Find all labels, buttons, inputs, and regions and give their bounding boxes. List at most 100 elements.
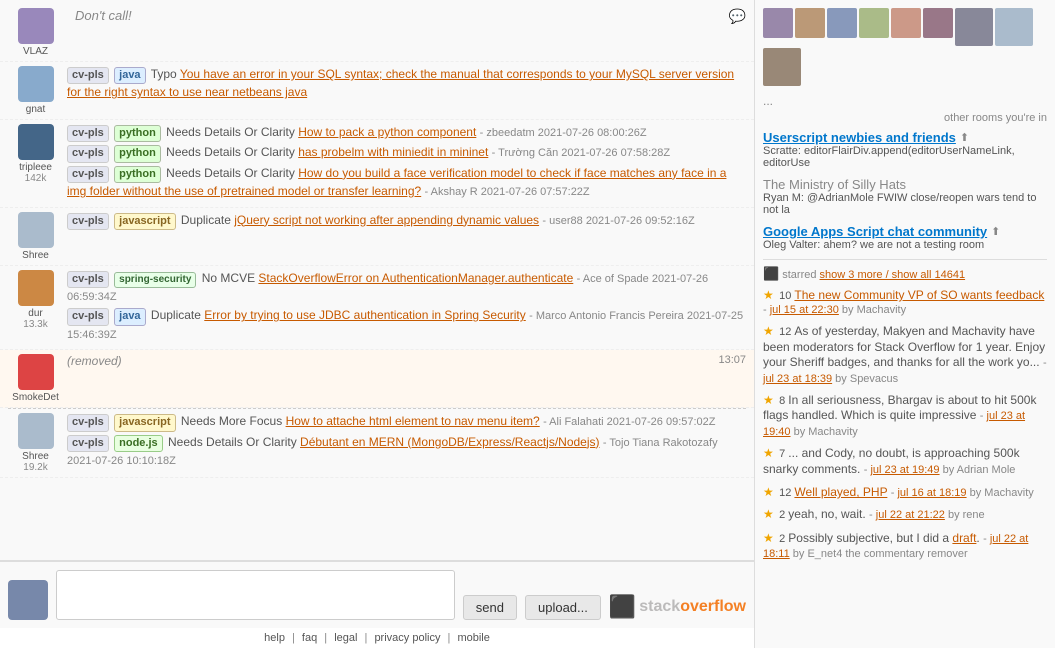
tag-cvpls-d1: cv-pls bbox=[67, 271, 109, 288]
star-item-4: ★ 7 ... and Cody, no doubt, is approachi… bbox=[763, 446, 1047, 477]
so-logo-icon: ⬛ bbox=[609, 594, 636, 620]
star-count-2: 12 bbox=[779, 326, 794, 338]
star-count-3: 8 bbox=[779, 395, 788, 407]
thumb-6 bbox=[923, 8, 953, 38]
message-input[interactable] bbox=[56, 570, 455, 620]
star-item-3: ★ 8 In all seriousness, Bhargav is about… bbox=[763, 393, 1047, 438]
tag-cvpls-t2: cv-pls bbox=[67, 145, 109, 162]
star-icon-6: ★ bbox=[763, 507, 774, 521]
msg-dur-1: cv-pls spring-security No MCVE StackOver… bbox=[67, 270, 746, 306]
star-meta-4: - jul 23 at 19:49 by Adrian Mole bbox=[864, 464, 1016, 476]
link-shree-1[interactable]: jQuery script not working after appendin… bbox=[234, 213, 539, 227]
link-shree2-1[interactable]: How to attache html element to nav menu … bbox=[286, 414, 540, 428]
username-shree: Shree bbox=[22, 250, 49, 261]
tag-python-t1: python bbox=[114, 125, 161, 142]
message-row-shree2: Shree 19.2k cv-pls javascript Needs More… bbox=[0, 409, 754, 478]
avatar-gnat bbox=[18, 66, 54, 102]
star-item-5: ★ 12 Well played, PHP - jul 16 at 18:19 … bbox=[763, 485, 1047, 499]
footer-faq[interactable]: faq bbox=[302, 632, 317, 644]
footer-help[interactable]: help bbox=[264, 632, 285, 644]
star-icon-3: ★ bbox=[763, 393, 774, 407]
so-logo: ⬛ stackoverflow bbox=[609, 594, 746, 620]
link-dur-2[interactable]: Error by trying to use JDBC authenticati… bbox=[204, 308, 525, 322]
star-item-7: ★ 2 Possibly subjective, but I did a dra… bbox=[763, 531, 1047, 561]
message-row-gnat: gnat cv-pls java Typo You have an error … bbox=[0, 62, 754, 120]
other-rooms-label: other rooms you're in bbox=[763, 112, 1047, 124]
rss-icon: ⬛ bbox=[763, 266, 779, 281]
room-title-silly-hats: The Ministry of Silly Hats bbox=[763, 177, 906, 192]
message-row-dur: dur 13.3k cv-pls spring-security No MCVE… bbox=[0, 266, 754, 351]
avatar-shree2 bbox=[18, 413, 54, 449]
msg-shree2-2: cv-pls node.js Needs Details Or Clarity … bbox=[67, 434, 746, 470]
footer-privacy[interactable]: privacy policy bbox=[374, 632, 440, 644]
room-item-gas: Google Apps Script chat community ⬆ Oleg… bbox=[763, 224, 1047, 251]
tag-nodejs-sh22: node.js bbox=[114, 435, 163, 452]
star-link-1[interactable]: The new Community VP of SO wants feedbac… bbox=[794, 288, 1044, 302]
star-count-5: 12 bbox=[779, 487, 794, 499]
star-item-1: ★ 10 The new Community VP of SO wants fe… bbox=[763, 288, 1047, 316]
room-link-userscript[interactable]: Userscript newbies and friends bbox=[763, 130, 956, 145]
tag-cvpls-t3: cv-pls bbox=[67, 166, 109, 183]
link-dur-1[interactable]: StackOverflowError on AuthenticationMana… bbox=[258, 271, 573, 285]
tag-java: java bbox=[114, 67, 145, 84]
star-meta-5: - jul 16 at 18:19 by Machavity bbox=[891, 487, 1034, 499]
room-item-userscript: Userscript newbies and friends ⬆ Scratte… bbox=[763, 130, 1047, 169]
star-count-4: 7 bbox=[779, 448, 788, 460]
message-row-shree: Shree cv-pls javascript Duplicate jQuery… bbox=[0, 208, 754, 266]
rep-shree2: 19.2k bbox=[23, 462, 47, 473]
sidebar: ... other rooms you're in Userscript new… bbox=[755, 0, 1055, 648]
thumb-1 bbox=[763, 8, 793, 38]
star-item-2: ★ 12 As of yesterday, Makyen and Machavi… bbox=[763, 324, 1047, 385]
thumb-3 bbox=[827, 8, 857, 38]
rep-tripleee: 142k bbox=[25, 173, 47, 184]
thumb-7 bbox=[955, 8, 993, 46]
avatar-dur bbox=[18, 270, 54, 306]
message-row-smokedet: SmokeDet (removed) 13:07 bbox=[0, 350, 754, 408]
chat-icon: 💬 bbox=[729, 8, 746, 25]
footer-links: help | faq | legal | privacy policy | mo… bbox=[0, 628, 754, 648]
star-item-6: ★ 2 yeah, no, wait. - jul 22 at 21:22 by… bbox=[763, 507, 1047, 523]
avatar-smokedet bbox=[18, 354, 54, 390]
username-tripleee: tripleee bbox=[19, 162, 52, 173]
link-tripleee-1[interactable]: How to pack a python component bbox=[298, 125, 476, 139]
star-count-6: 2 bbox=[779, 509, 788, 521]
star-icon-2: ★ bbox=[763, 324, 774, 338]
star-count-7: 2 bbox=[779, 533, 788, 545]
username-shree2: Shree bbox=[22, 451, 49, 462]
expand-icon-userscript: ⬆ bbox=[960, 131, 969, 144]
room-desc-userscript: Scratte: editorFlairDiv.append(editorUse… bbox=[763, 145, 1047, 169]
tag-cvpls-sh21: cv-pls bbox=[67, 414, 109, 431]
star-text-6: yeah, no, wait. bbox=[788, 507, 865, 521]
link-tripleee-2[interactable]: has probelm with miniedit in mininet bbox=[298, 145, 488, 159]
link-shree2-2[interactable]: Débutant en MERN (MongoDB/Express/Reactj… bbox=[300, 435, 599, 449]
star-meta-1: - jul 15 at 22:30 by Machavity bbox=[763, 304, 906, 316]
thumb-2 bbox=[795, 8, 825, 38]
footer-mobile[interactable]: mobile bbox=[457, 632, 489, 644]
star-link-5[interactable]: Well played, PHP bbox=[794, 485, 887, 499]
room-link-gas[interactable]: Google Apps Script chat community bbox=[763, 224, 987, 239]
msg-tripleee-2: cv-pls python Needs Details Or Clarity h… bbox=[67, 144, 746, 162]
star-icon-5: ★ bbox=[763, 485, 774, 499]
footer-legal[interactable]: legal bbox=[334, 632, 357, 644]
tag-cvpls-d2: cv-pls bbox=[67, 308, 109, 325]
starred-header: ⬛ starred show 3 more / show all 14641 bbox=[763, 266, 1047, 282]
message-gnat-line1: cv-pls java Typo You have an error in yo… bbox=[67, 66, 746, 101]
tag-java-d2: java bbox=[114, 308, 145, 325]
removed-badge: (removed) bbox=[67, 354, 122, 368]
star-icon-1: ★ bbox=[763, 288, 774, 302]
starred-show-more[interactable]: show 3 more / show all 14641 bbox=[820, 269, 966, 281]
tag-spring-d1: spring-security bbox=[114, 272, 196, 288]
avatar-vlaz bbox=[18, 8, 54, 44]
sidebar-ellipsis: ... bbox=[763, 94, 1047, 108]
send-button[interactable]: send bbox=[463, 595, 517, 620]
starred-label: starred bbox=[782, 269, 819, 281]
msg-tripleee-1: cv-pls python Needs Details Or Clarity H… bbox=[67, 124, 746, 142]
username-smokedet: SmokeDet bbox=[12, 392, 59, 403]
upload-button[interactable]: upload... bbox=[525, 595, 601, 620]
message-row-tripleee: tripleee 142k cv-pls python Needs Detail… bbox=[0, 120, 754, 208]
star-icon-4: ★ bbox=[763, 446, 774, 460]
removed-time: 13:07 bbox=[718, 354, 746, 366]
room-item-silly-hats: The Ministry of Silly Hats Ryan M: @Adri… bbox=[763, 177, 1047, 216]
tag-cvpls-sh22: cv-pls bbox=[67, 435, 109, 452]
tag-python-t2: python bbox=[114, 145, 161, 162]
